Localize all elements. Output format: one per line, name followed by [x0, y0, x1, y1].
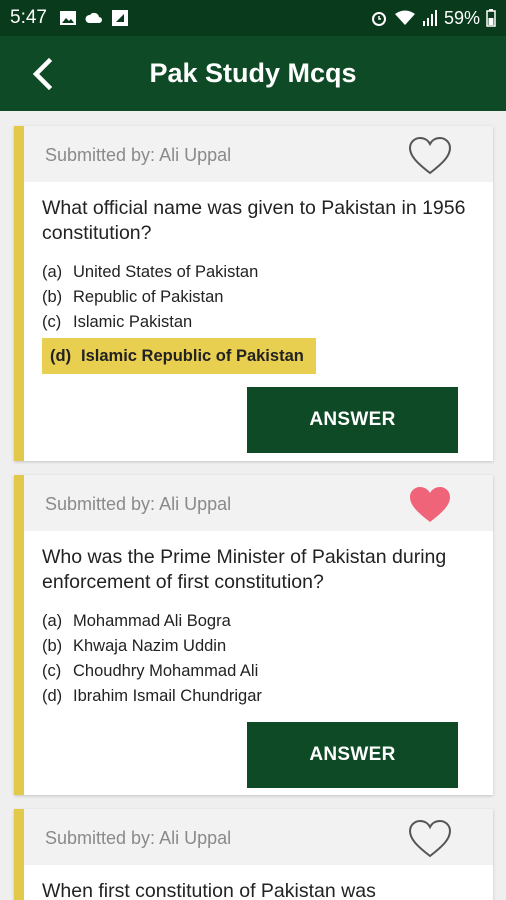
mcq-card: Submitted by: Ali Uppal When first const…: [14, 809, 493, 900]
card-header: Submitted by: Ali Uppal: [24, 809, 493, 865]
option-text: Mohammad Ali Bogra: [73, 612, 231, 630]
options-list: (a) United States of Pakistan (b) Republic…: [42, 260, 493, 374]
answer-button[interactable]: ANSWER: [247, 722, 458, 788]
submitted-by-label: Submitted by: Ali Uppal: [45, 494, 232, 514]
mcq-list[interactable]: Submitted by: Ali Uppal What official na…: [0, 111, 506, 900]
signal-icon: [422, 10, 437, 26]
heart-outline-icon[interactable]: [407, 818, 453, 860]
option-a[interactable]: (a) United States of Pakistan: [42, 260, 493, 285]
option-d-correct[interactable]: (d) Islamic Republic of Pakistan: [42, 338, 316, 374]
app-icon: [111, 10, 128, 26]
answer-button[interactable]: ANSWER: [247, 387, 458, 453]
status-time: 5:47: [10, 7, 47, 28]
option-text: Khwaja Nazim Uddin: [73, 637, 227, 655]
submitted-by-label: Submitted by: Ali Uppal: [45, 828, 232, 848]
submitted-by-label: Submitted by: Ali Uppal: [45, 145, 232, 165]
alarm-icon: [371, 12, 386, 26]
option-key: (a): [42, 263, 63, 281]
option-text: Ibrahim Ismail Chundrigar: [73, 687, 262, 705]
wifi-icon: [394, 10, 415, 25]
question-text: When first constitution of Pakistan was: [42, 880, 376, 900]
heart-filled-icon[interactable]: [407, 484, 453, 526]
question-text: Who was the Prime Minister of Pakistan d…: [42, 546, 447, 593]
option-key: (d): [42, 687, 63, 705]
option-key: (c): [42, 662, 62, 680]
image-icon: [59, 11, 76, 25]
option-key: (b): [42, 637, 63, 655]
card-header: Submitted by: Ali Uppal: [24, 475, 493, 531]
page-title: Pak Study Mcqs: [149, 58, 357, 88]
option-text: Islamic Republic of Pakistan: [81, 346, 304, 365]
options-list: (a) Mohammad Ali Bogra (b) Khwaja Nazim Ud…: [42, 609, 493, 709]
option-key: (c): [42, 313, 62, 331]
option-b[interactable]: (b) Khwaja Nazim Uddin: [42, 634, 493, 659]
status-bar: 5:47 59%: [0, 0, 506, 36]
mcq-card: Submitted by: Ali Uppal What official na…: [14, 126, 493, 461]
mcq-card: Submitted by: Ali Uppal Who was the Prim…: [14, 475, 493, 795]
heart-outline-icon[interactable]: [407, 135, 453, 177]
option-key: (d): [50, 346, 72, 365]
status-left-icons: [59, 9, 129, 27]
status-right: 59%: [370, 8, 496, 29]
option-key: (b): [42, 288, 63, 306]
cloud-icon: [85, 12, 102, 23]
option-text: Republic of Pakistan: [73, 288, 224, 306]
option-key: (a): [42, 612, 63, 630]
option-b[interactable]: (b) Republic of Pakistan: [42, 285, 493, 310]
option-d[interactable]: (d) Ibrahim Ismail Chundrigar: [42, 684, 493, 709]
option-text: Choudhry Mohammad Ali: [73, 662, 259, 680]
battery-icon: [486, 9, 496, 27]
option-text: Islamic Pakistan: [73, 313, 193, 331]
battery-percent: 59%: [443, 7, 480, 28]
option-c[interactable]: (c) Choudhry Mohammad Ali: [42, 659, 493, 684]
option-text: United States of Pakistan: [73, 263, 259, 281]
app-bar: Pak Study Mcqs: [0, 36, 506, 111]
option-c[interactable]: (c) Islamic Pakistan: [42, 310, 493, 335]
option-a[interactable]: (a) Mohammad Ali Bogra: [42, 609, 493, 634]
question-text: What official name was given to Pakistan…: [42, 197, 466, 244]
card-header: Submitted by: Ali Uppal: [24, 126, 493, 182]
